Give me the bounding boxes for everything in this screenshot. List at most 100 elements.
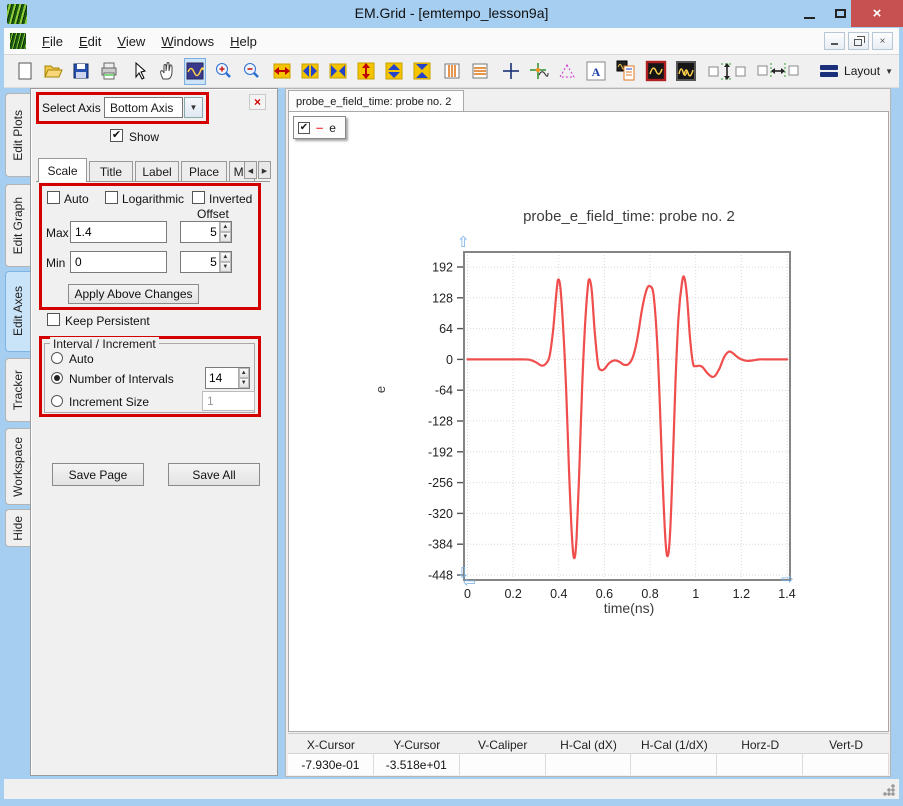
check-icon: ✔	[300, 122, 308, 133]
min-input[interactable]	[70, 251, 167, 273]
close-button[interactable]: ×	[851, 0, 903, 27]
pan-hand-button[interactable]	[156, 58, 178, 85]
sidebar-tab-tracker[interactable]: Tracker	[5, 358, 30, 422]
minimize-button[interactable]	[795, 0, 823, 27]
mdi-minimize-button[interactable]	[824, 32, 845, 50]
inverted-label: Inverted	[209, 192, 252, 206]
expand-horizontal-button[interactable]	[271, 58, 293, 85]
single-trace-button[interactable]	[644, 58, 668, 85]
layout-label: Layout	[844, 64, 880, 78]
axis-arrow-up-icon[interactable]: ⇧	[457, 233, 470, 251]
legend-checkbox[interactable]: ✔	[298, 122, 310, 134]
distribute-horizontal-button[interactable]	[755, 58, 801, 85]
apply-above-changes-button[interactable]: Apply Above Changes	[68, 284, 199, 304]
auto-checkbox[interactable]	[47, 191, 60, 204]
multi-trace-button[interactable]	[674, 58, 698, 85]
tab-scroll-right-button[interactable]: ▶	[258, 161, 271, 179]
interval-auto-radio[interactable]	[51, 352, 63, 364]
expand-vertical-button[interactable]	[355, 58, 377, 85]
legend-button[interactable]	[614, 58, 638, 85]
max-offset-spinner[interactable]: ▲▼	[180, 221, 232, 243]
spin-up-icon[interactable]: ▲	[220, 222, 231, 232]
row-panel-button[interactable]	[469, 58, 491, 85]
mdi-restore-button[interactable]	[848, 32, 869, 50]
text-annotation-button[interactable]: A	[584, 58, 608, 85]
menu-help[interactable]: Help	[222, 30, 265, 53]
document-logo-icon	[10, 33, 26, 49]
save-page-button[interactable]: Save Page	[52, 463, 144, 486]
status-header-v-caliper: V-Caliper	[460, 734, 546, 753]
max-offset-value[interactable]	[181, 222, 219, 242]
sidebar-tab-edit-plots[interactable]: Edit Plots	[5, 93, 30, 177]
tab-title[interactable]: Title	[89, 161, 133, 181]
offset-label: Offset	[197, 207, 229, 221]
zoom-in-button[interactable]	[212, 58, 234, 85]
axis-arrow-left-icon[interactable]: ⇦	[463, 573, 476, 591]
crosshair-button[interactable]	[500, 58, 522, 85]
menu-file[interactable]: File	[34, 30, 71, 53]
panel-close-button[interactable]: ×	[249, 94, 266, 110]
graph-tab[interactable]: probe_e_field_time: probe no. 2	[288, 90, 464, 112]
select-cursor-button[interactable]	[128, 58, 150, 85]
svg-text:192: 192	[432, 261, 453, 275]
fit-vertical-button[interactable]	[411, 58, 433, 85]
plot-mode-button[interactable]	[184, 58, 206, 85]
axis-select-dropdown[interactable]: Bottom Axis ▼	[104, 97, 203, 118]
number-of-intervals-spinner[interactable]: ▲▼	[205, 367, 250, 389]
axis-arrow-right-icon[interactable]: ⇨	[781, 570, 794, 588]
number-of-intervals-radio[interactable]	[51, 372, 63, 384]
resize-grip[interactable]	[883, 784, 895, 796]
tab-scale[interactable]: Scale	[38, 158, 87, 182]
tab-label[interactable]: Label	[135, 161, 179, 181]
spin-down-icon[interactable]: ▼	[220, 262, 231, 272]
spin-down-icon[interactable]: ▼	[220, 232, 231, 242]
print-button[interactable]	[98, 58, 120, 85]
legend-box[interactable]: ✔ – e	[293, 116, 346, 139]
tracker-button[interactable]	[528, 58, 550, 85]
increment-size-input[interactable]	[202, 391, 255, 411]
dropdown-arrow-icon[interactable]: ▼	[184, 97, 203, 118]
open-file-button[interactable]	[42, 58, 64, 85]
spin-up-icon[interactable]: ▲	[239, 368, 249, 378]
increment-size-radio[interactable]	[51, 395, 63, 407]
number-of-intervals-value[interactable]	[206, 368, 238, 388]
keep-persistent-checkbox[interactable]	[47, 313, 60, 326]
svg-text:-256: -256	[428, 476, 453, 490]
menu-windows[interactable]: Windows	[153, 30, 222, 53]
shrink-horizontal-button[interactable]	[299, 58, 321, 85]
spin-down-icon[interactable]: ▼	[239, 378, 249, 388]
distribute-vertical-button[interactable]	[706, 58, 748, 85]
tab-left-icon: ◀	[248, 168, 253, 175]
plot-canvas[interactable]: 192128640-64-128-192-256-320-384-44800.2…	[289, 112, 890, 733]
column-panel-button[interactable]	[441, 58, 463, 85]
sidebar-tab-edit-graph[interactable]: Edit Graph	[5, 184, 30, 267]
save-button[interactable]	[70, 58, 92, 85]
graph-window: probe_e_field_time: probe no. 2 ✔ – e pr…	[285, 88, 891, 777]
caliper-button[interactable]	[556, 58, 578, 85]
close-icon: ×	[873, 5, 882, 22]
layout-icon	[819, 63, 839, 79]
layout-button[interactable]: Layout ▼	[813, 61, 899, 81]
mdi-close-button[interactable]: ×	[872, 32, 893, 50]
tab-scroll-left-button[interactable]: ◀	[244, 161, 257, 179]
spin-up-icon[interactable]: ▲	[220, 252, 231, 262]
menu-view[interactable]: View	[109, 30, 153, 53]
min-offset-value[interactable]	[181, 252, 219, 272]
sidebar-tab-edit-axes[interactable]: Edit Axes	[5, 271, 30, 352]
shrink-vertical-button[interactable]	[383, 58, 405, 85]
tab-place[interactable]: Place	[181, 161, 227, 181]
sidebar-tab-hide[interactable]: Hide	[5, 509, 30, 547]
maximize-button[interactable]	[826, 0, 854, 27]
logarithmic-checkbox[interactable]	[105, 191, 118, 204]
new-file-button[interactable]	[14, 58, 36, 85]
save-all-button[interactable]: Save All	[168, 463, 260, 486]
fit-horizontal-button[interactable]	[327, 58, 349, 85]
max-input[interactable]	[70, 221, 167, 243]
show-checkbox[interactable]: ✔	[110, 129, 123, 142]
sidebar-tab-workspace[interactable]: Workspace	[5, 428, 30, 505]
menu-edit[interactable]: Edit	[71, 30, 109, 53]
zoom-out-icon	[241, 61, 261, 81]
inverted-checkbox[interactable]	[192, 191, 205, 204]
min-offset-spinner[interactable]: ▲▼	[180, 251, 232, 273]
zoom-out-button[interactable]	[240, 58, 262, 85]
